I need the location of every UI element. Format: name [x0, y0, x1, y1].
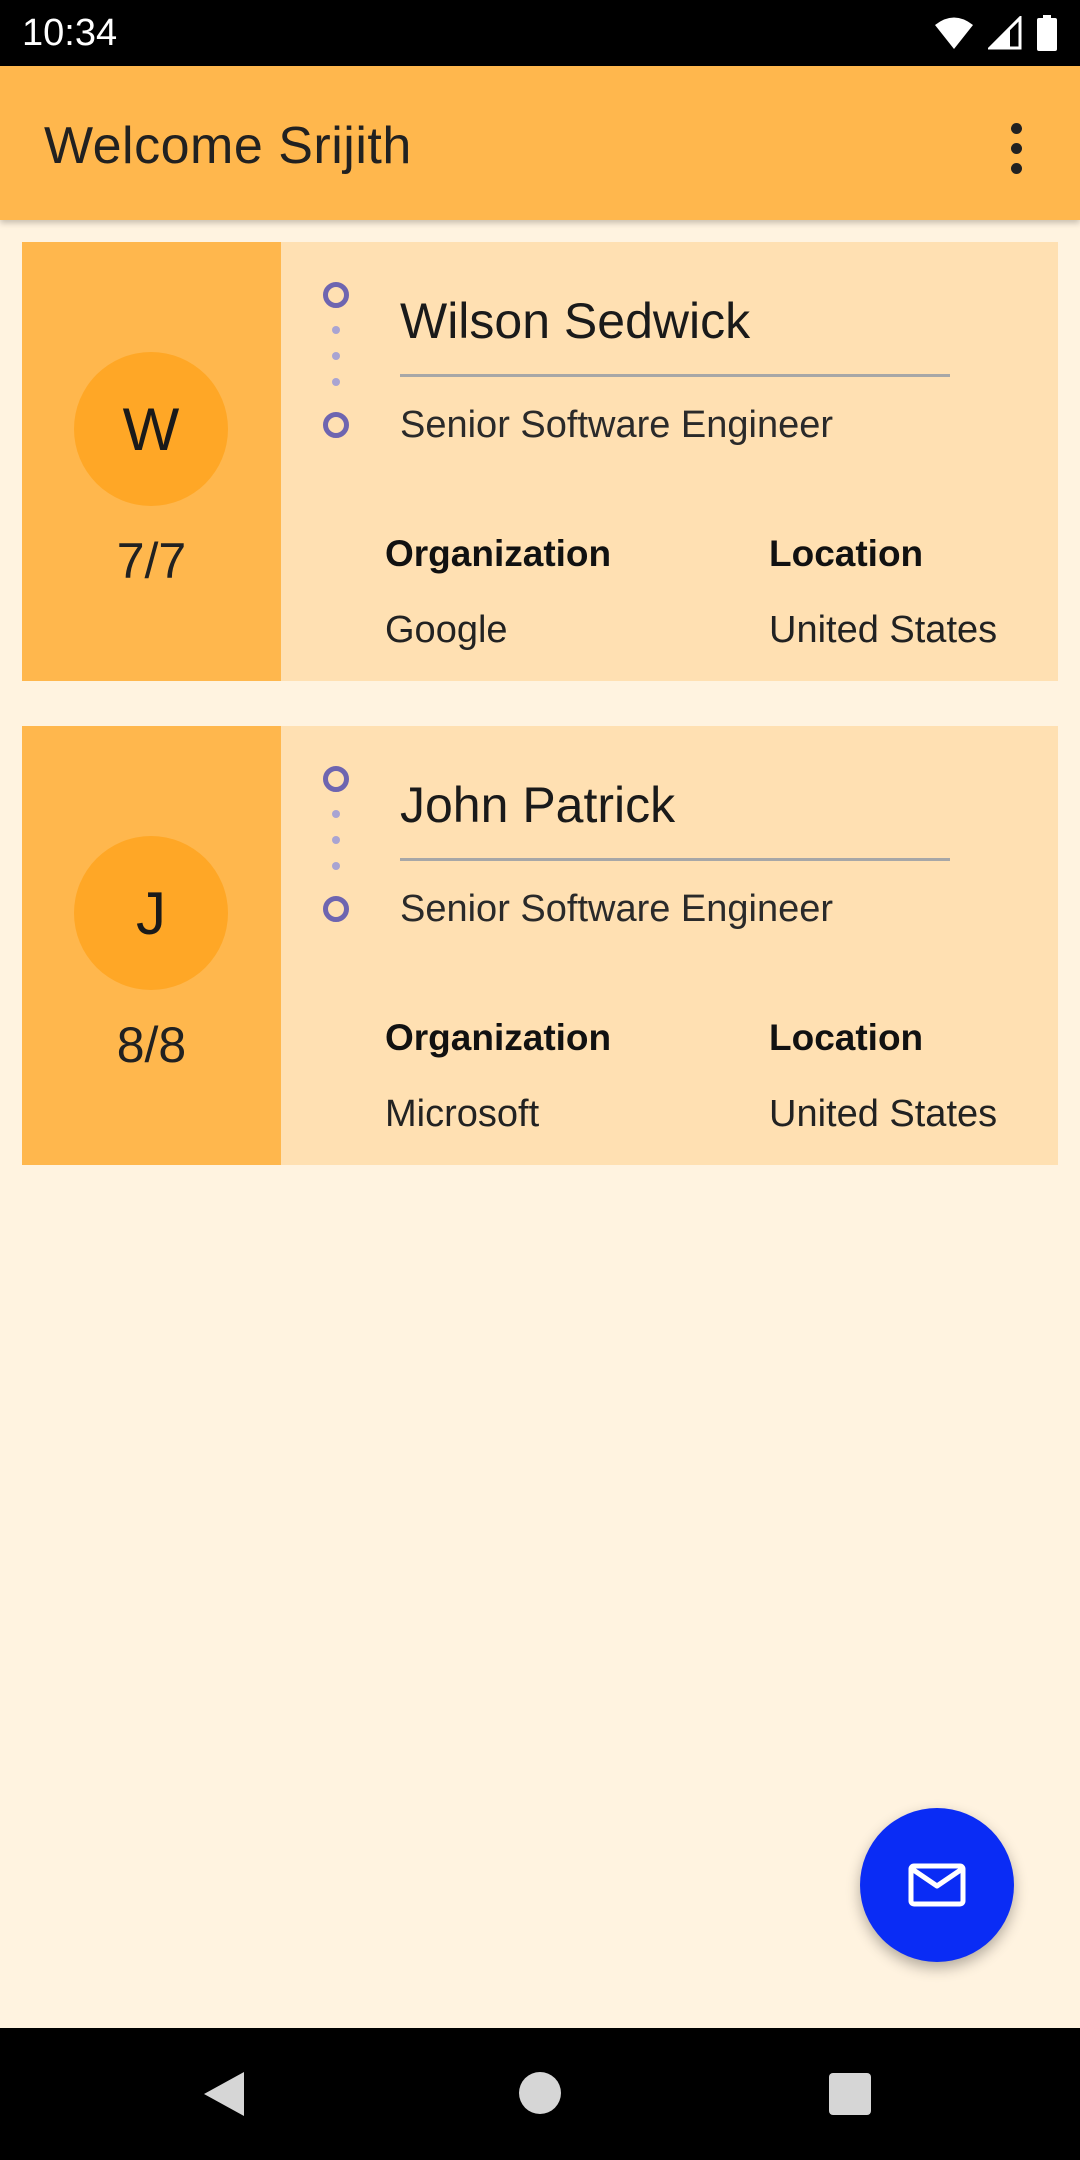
recents-icon[interactable]	[829, 2073, 871, 2115]
profile-score: 8/8	[116, 1017, 187, 1073]
profile-card-side: J 8/8	[22, 726, 281, 1165]
signal-icon	[988, 16, 1022, 50]
home-icon[interactable]	[519, 2072, 561, 2114]
status-bar: 10:34	[0, 0, 1080, 66]
back-icon[interactable]	[202, 2070, 246, 2118]
profile-role: Senior Software Engineer	[400, 404, 834, 446]
location-label: Location	[769, 1017, 924, 1058]
app-title: Welcome Srijith	[44, 117, 412, 175]
battery-icon	[1037, 15, 1057, 51]
profile-score: 7/7	[116, 533, 187, 589]
location-value: United States	[769, 1093, 998, 1135]
organization-label: Organization	[385, 533, 612, 574]
wifi-icon	[935, 17, 973, 49]
app-bar: Welcome Srijith	[0, 66, 1080, 220]
divider	[400, 374, 950, 377]
status-icons	[934, 14, 1058, 52]
timeline-icon	[319, 282, 353, 442]
mail-fab-button[interactable]	[860, 1808, 1014, 1962]
profile-name: Wilson Sedwick	[400, 293, 751, 349]
more-vert-icon[interactable]	[988, 110, 1044, 186]
divider	[400, 858, 950, 861]
organization-value: Google	[385, 609, 508, 651]
profile-name: John Patrick	[400, 777, 676, 833]
profile-card[interactable]: J 8/8 John Patrick Senior Software Engin…	[22, 726, 1058, 1165]
mail-icon	[908, 1863, 966, 1907]
profile-role: Senior Software Engineer	[400, 888, 834, 930]
organization-value: Microsoft	[385, 1093, 540, 1135]
profile-card[interactable]: W 7/7 Wilson Sedwick Senior Software Eng…	[22, 242, 1058, 681]
avatar: J	[74, 836, 228, 990]
status-time: 10:34	[22, 12, 118, 54]
location-label: Location	[769, 533, 924, 574]
organization-label: Organization	[385, 1017, 612, 1058]
system-nav-bar	[0, 2028, 1080, 2160]
location-value: United States	[769, 609, 998, 651]
avatar: W	[74, 352, 228, 506]
profile-card-side: W 7/7	[22, 242, 281, 681]
timeline-icon	[319, 766, 353, 926]
